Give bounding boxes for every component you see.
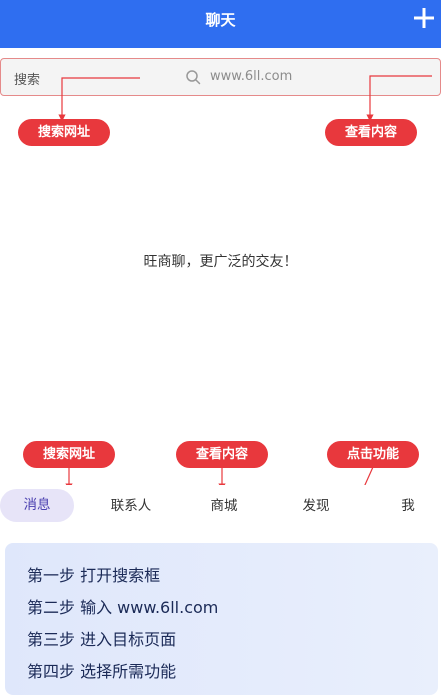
callout-search-url-top: 搜索网址 — [18, 119, 110, 146]
search-icon — [186, 70, 201, 85]
step-4: 第四步 选择所需功能 — [27, 662, 177, 681]
step-3: 第三步 进入目标页面 — [27, 630, 177, 649]
tab-bar: 消息 联系人 商城 发现 我 — [0, 485, 441, 528]
plus-icon[interactable] — [411, 5, 437, 31]
steps-panel: 第一步 打开搜索框 第二步 输入 www.6ll.com 第三步 进入目标页面 … — [5, 543, 438, 695]
callout-view-content-bottom: 查看内容 — [176, 441, 268, 468]
header: 聊天 — [0, 0, 441, 48]
page-title: 聊天 — [205, 11, 236, 29]
welcome-text: 旺商聊，更广泛的交友！ — [143, 254, 298, 270]
callout-click-function: 点击功能 — [327, 441, 419, 468]
tab-mall[interactable]: 商城 — [194, 485, 254, 528]
tab-discover[interactable]: 发现 — [286, 485, 346, 528]
step-1: 第一步 打开搜索框 — [27, 566, 161, 585]
tab-me[interactable]: 我 — [388, 485, 428, 528]
step-2: 第二步 输入 www.6ll.com — [27, 598, 219, 617]
tab-contacts[interactable]: 联系人 — [96, 485, 166, 528]
search-label: 搜索 — [14, 73, 41, 88]
callout-search-url-bottom: 搜索网址 — [23, 441, 115, 468]
tab-messages[interactable]: 消息 — [0, 489, 74, 522]
callout-view-content-top: 查看内容 — [325, 119, 417, 146]
search-url: www.6ll.com — [210, 69, 293, 84]
search-bar[interactable]: 搜索 www.6ll.com — [0, 58, 441, 96]
